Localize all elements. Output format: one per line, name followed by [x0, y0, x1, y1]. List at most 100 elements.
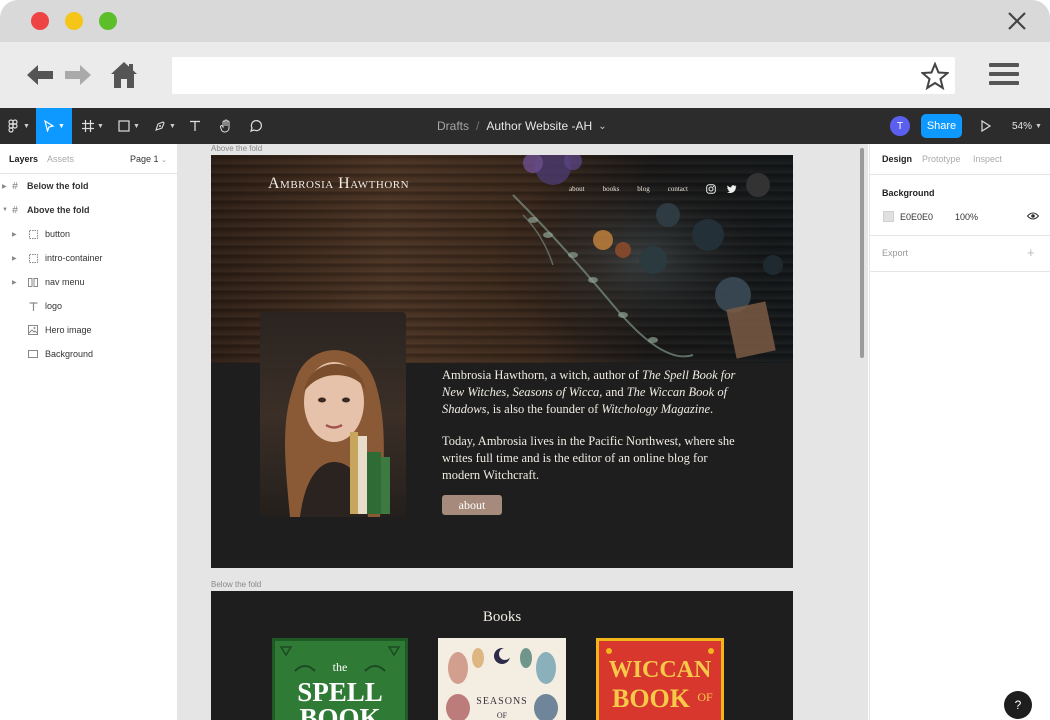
- book-cover-wiccan-book-of-shadows[interactable]: WICCAN BOOK OF: [596, 638, 724, 720]
- minimize-window-button[interactable]: [65, 12, 83, 30]
- layer-hero-image[interactable]: Hero image: [0, 318, 178, 342]
- layer-background[interactable]: Background: [0, 342, 178, 366]
- site-logo[interactable]: Ambrosia Hawthorn: [268, 175, 409, 193]
- play-icon[interactable]: [978, 118, 994, 134]
- arrow-left-icon: [27, 65, 53, 85]
- browser-window: ▼ ▼ ▼ ▼ ▼ Drafts / Author Website -AH ⌄ …: [0, 0, 1050, 720]
- close-window-button[interactable]: [31, 12, 49, 30]
- layer-name: button: [45, 229, 71, 239]
- tab-prototype[interactable]: Prototype: [922, 154, 961, 164]
- layer-logo[interactable]: logo: [0, 294, 178, 318]
- author-portrait-image[interactable]: [260, 312, 406, 517]
- text-tool[interactable]: [184, 108, 206, 144]
- layer-intro-container[interactable]: ▶ intro-container: [0, 246, 178, 270]
- tab-layers[interactable]: Layers: [9, 154, 38, 164]
- layer-above-the-fold[interactable]: ▼ # Above the fold: [0, 198, 178, 222]
- close-icon[interactable]: [1006, 10, 1028, 32]
- canvas-scrollbar[interactable]: [860, 148, 864, 358]
- about-button[interactable]: about: [442, 495, 502, 515]
- share-button[interactable]: Share: [921, 114, 962, 138]
- expand-arrow-icon[interactable]: ▶: [2, 183, 7, 190]
- divider: [870, 271, 1050, 272]
- expand-arrow-icon[interactable]: ▶: [12, 231, 17, 238]
- shape-tool[interactable]: ▼: [114, 108, 144, 144]
- back-button[interactable]: [24, 60, 56, 90]
- chevron-down-icon[interactable]: ⌄: [598, 121, 606, 132]
- book3-line1: WICCAN: [609, 657, 712, 683]
- intro-text: and: [602, 385, 627, 399]
- main-menu-button[interactable]: ▼: [4, 108, 34, 144]
- layer-name: intro-container: [45, 253, 103, 263]
- nav-item-contact[interactable]: contact: [668, 185, 688, 193]
- background-hex-input[interactable]: E0E0E0: [900, 212, 933, 222]
- address-bar[interactable]: [172, 57, 955, 94]
- figma-toolbar: ▼ ▼ ▼ ▼ ▼ Drafts / Author Website -AH ⌄ …: [0, 108, 1050, 144]
- cursor-icon: [44, 120, 55, 132]
- wiccan-book-cover-art: WICCAN BOOK OF: [606, 648, 714, 713]
- breadcrumb-folder[interactable]: Drafts: [437, 119, 469, 133]
- book-cover-seasons-of-wicca[interactable]: SEASONS OF: [438, 638, 566, 720]
- text-icon: [190, 120, 200, 131]
- divider: [870, 174, 1050, 175]
- breadcrumb-separator: /: [476, 119, 480, 133]
- image-icon: [28, 325, 38, 335]
- layer-name: Above the fold: [27, 205, 90, 215]
- rectangle-icon: [118, 120, 130, 132]
- hand-tool[interactable]: [214, 108, 238, 144]
- tab-assets[interactable]: Assets: [47, 154, 74, 164]
- intro-text: Ambrosia Hawthorn, a witch, author of: [442, 368, 642, 382]
- maximize-window-button[interactable]: [99, 12, 117, 30]
- star-icon[interactable]: [921, 62, 949, 90]
- add-export-icon[interactable]: +: [1027, 245, 1035, 260]
- intro-text: .: [710, 402, 714, 416]
- file-name[interactable]: Author Website -AH: [486, 119, 592, 133]
- nav-item-about[interactable]: about: [569, 185, 585, 193]
- twitter-icon[interactable]: [727, 184, 737, 194]
- expand-arrow-icon[interactable]: ▶: [12, 279, 17, 286]
- book3-line3: OF: [697, 690, 713, 704]
- home-icon: [111, 62, 137, 88]
- book-cover-spell-book[interactable]: the SPELL BOOK: [272, 638, 408, 720]
- hamburger-menu-icon[interactable]: [989, 63, 1019, 87]
- help-button[interactable]: ?: [1004, 691, 1032, 719]
- frame-above-the-fold[interactable]: Ambrosia Hawthorn about books blog conta…: [211, 155, 793, 568]
- collapse-arrow-icon[interactable]: ▼: [2, 207, 8, 213]
- intro-container[interactable]: Ambrosia Hawthorn, a witch, author of Th…: [442, 367, 742, 499]
- eye-icon[interactable]: [1027, 211, 1039, 221]
- book1-line1: the: [333, 660, 348, 674]
- background-color-swatch[interactable]: [883, 211, 894, 222]
- columns-icon: [28, 277, 38, 287]
- avatar[interactable]: T: [890, 116, 910, 136]
- frame-label[interactable]: Above the fold: [211, 144, 262, 153]
- nav-item-blog[interactable]: blog: [637, 185, 649, 193]
- background-heading: Background: [882, 188, 935, 198]
- arrow-right-icon: [65, 65, 91, 85]
- tab-design[interactable]: Design: [882, 154, 912, 164]
- expand-arrow-icon[interactable]: ▶: [12, 255, 17, 262]
- page-name: Page 1: [130, 154, 159, 164]
- intro-text: is also the founder of: [489, 402, 602, 416]
- forward-button[interactable]: [62, 60, 94, 90]
- text-icon: [28, 301, 38, 311]
- home-button[interactable]: [108, 60, 140, 90]
- pen-tool[interactable]: ▼: [150, 108, 180, 144]
- layer-button[interactable]: ▶ button: [0, 222, 178, 246]
- background-opacity-input[interactable]: 100%: [955, 212, 978, 222]
- frame-icon: [82, 120, 95, 132]
- design-canvas[interactable]: Above the fold Ambrosia Hawthorn about b…: [178, 144, 868, 720]
- layer-below-the-fold[interactable]: ▶ # Below the fold: [0, 174, 178, 198]
- tab-inspect[interactable]: Inspect: [973, 154, 1002, 164]
- nav-item-books[interactable]: books: [603, 185, 620, 193]
- instagram-icon[interactable]: [706, 184, 716, 194]
- comment-tool[interactable]: [244, 108, 268, 144]
- layer-nav-menu[interactable]: ▶ nav menu: [0, 270, 178, 294]
- move-tool[interactable]: ▼: [36, 108, 72, 144]
- frame-tool[interactable]: ▼: [78, 108, 108, 144]
- zoom-dropdown[interactable]: 54% ▼: [1012, 108, 1042, 144]
- component-icon: [28, 253, 38, 263]
- page-selector[interactable]: Page 1 ⌄: [130, 154, 167, 164]
- frame-below-the-fold[interactable]: Books the SPELL BOOK SEASONS OF WICCAN B…: [211, 591, 793, 720]
- frame-label[interactable]: Below the fold: [211, 580, 261, 589]
- browser-toolbar: [0, 42, 1050, 108]
- layer-name: Below the fold: [27, 181, 89, 191]
